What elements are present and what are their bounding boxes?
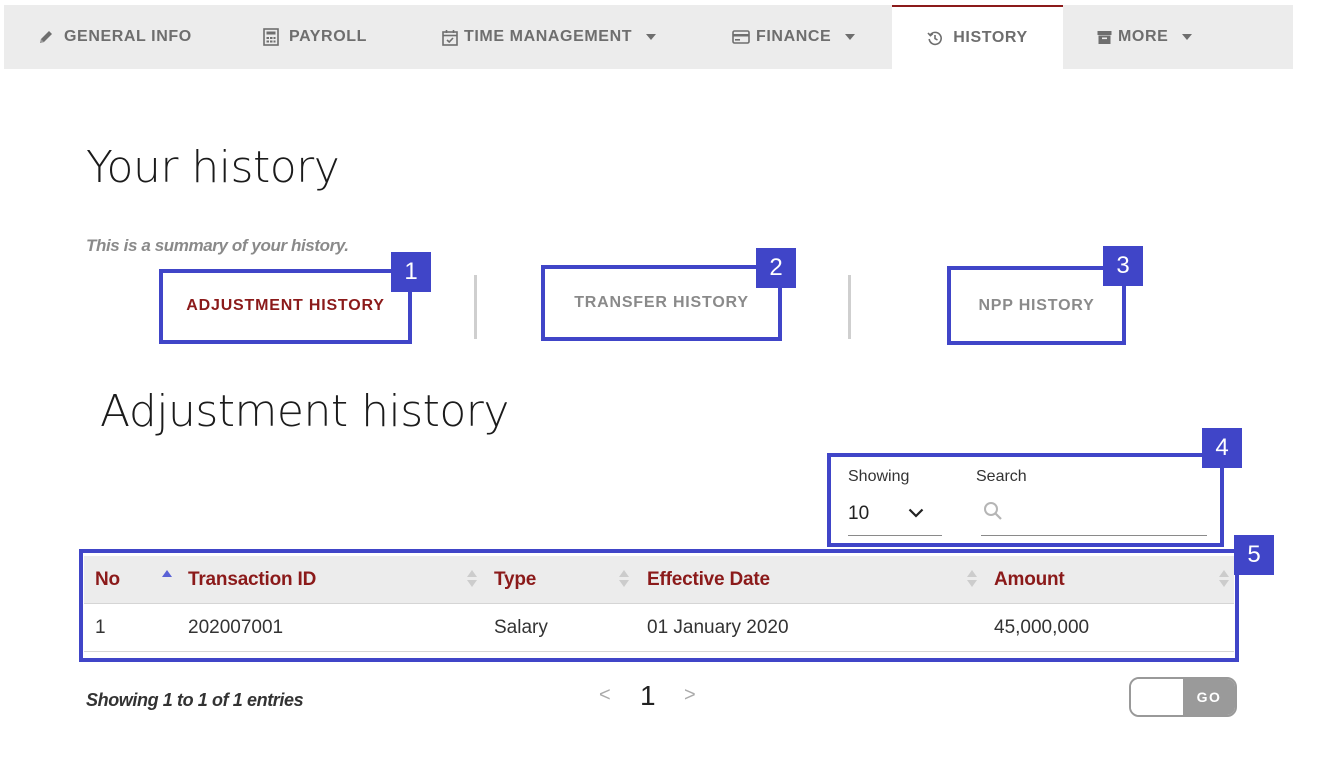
chevron-down-icon xyxy=(908,505,924,523)
sort-icon xyxy=(619,570,629,590)
tab-label: MORE xyxy=(1118,28,1169,45)
adjustment-history-tab[interactable]: ADJUSTMENT HISTORY xyxy=(163,273,408,339)
column-header-type[interactable]: Type xyxy=(494,556,536,604)
entries-info: Showing 1 to 1 of 1 entries xyxy=(86,690,304,710)
tab-label: FINANCE xyxy=(756,28,832,45)
table-row: 1 202007001 Salary 01 January 2020 45,00… xyxy=(84,604,1234,652)
tab-history[interactable]: HISTORY xyxy=(892,5,1063,69)
pagination-current-page[interactable]: 1 xyxy=(640,680,656,712)
column-header-amount[interactable]: Amount xyxy=(994,556,1065,604)
sort-icon xyxy=(1219,570,1229,590)
annotation-badge-1: 1 xyxy=(391,252,431,292)
tab-time-management[interactable]: TIME MANAGEMENT xyxy=(442,5,657,69)
tab-label: HISTORY xyxy=(953,29,1028,46)
calculator-icon xyxy=(263,28,279,46)
tab-label: GENERAL INFO xyxy=(64,28,192,45)
pagination-next[interactable]: > xyxy=(684,684,696,707)
tab-divider xyxy=(848,275,851,339)
pagination-prev[interactable]: < xyxy=(599,684,611,707)
tab-finance[interactable]: FINANCE xyxy=(732,5,856,69)
tab-general-info[interactable]: GENERAL INFO xyxy=(38,5,192,69)
page-size-value: 10 xyxy=(848,502,870,524)
adjustment-history-table: No Transaction ID Type Effective Date Am… xyxy=(84,556,1234,652)
column-header-transaction-id[interactable]: Transaction ID xyxy=(188,556,316,604)
cell-transaction-id: 202007001 xyxy=(188,617,284,638)
sort-icon xyxy=(467,570,477,590)
search-icon xyxy=(983,501,1003,526)
search-field xyxy=(981,492,1216,536)
page-summary: This is a summary of your history. xyxy=(86,236,349,255)
annotation-badge-4: 4 xyxy=(1202,428,1242,468)
goto-page: GO xyxy=(1129,677,1237,717)
column-header-effective-date[interactable]: Effective Date xyxy=(647,556,770,604)
showing-label: Showing xyxy=(848,468,910,485)
tab-divider xyxy=(474,275,477,339)
cell-amount: 45,000,000 xyxy=(994,617,1090,638)
calendar-check-icon xyxy=(442,29,458,46)
chevron-down-icon xyxy=(646,34,657,40)
go-button[interactable]: GO xyxy=(1183,679,1235,715)
npp-history-tab[interactable]: NPP HISTORY xyxy=(951,270,1122,341)
sort-ascending-icon xyxy=(162,570,172,590)
annotation-badge-5: 5 xyxy=(1234,535,1274,575)
sort-icon xyxy=(967,570,977,590)
chevron-down-icon xyxy=(845,34,856,40)
tab-more[interactable]: MORE xyxy=(1097,5,1193,69)
tab-label: PAYROLL xyxy=(289,28,367,45)
chevron-down-icon xyxy=(1182,34,1193,40)
search-input[interactable] xyxy=(1009,498,1216,529)
credit-card-icon xyxy=(732,30,750,44)
cell-no: 1 xyxy=(95,617,106,638)
transfer-history-tab[interactable]: TRANSFER HISTORY xyxy=(545,269,778,337)
top-nav-bar: GENERAL INFO PAYROLL TIME MANAGEMENT FIN… xyxy=(4,5,1293,69)
cell-effective-date: 01 January 2020 xyxy=(647,617,789,638)
table-header: No Transaction ID Type Effective Date Am… xyxy=(84,556,1234,604)
annotation-badge-2: 2 xyxy=(756,248,796,288)
page-size-select[interactable]: 10 xyxy=(848,492,942,536)
annotation-badge-3: 3 xyxy=(1103,246,1143,286)
pencil-icon xyxy=(38,29,54,45)
column-header-no[interactable]: No xyxy=(95,556,120,604)
history-icon xyxy=(927,30,943,46)
tab-payroll[interactable]: PAYROLL xyxy=(263,5,367,69)
cell-type: Salary xyxy=(494,617,548,638)
tab-label: TIME MANAGEMENT xyxy=(464,28,633,45)
goto-page-input[interactable] xyxy=(1131,679,1183,715)
archive-icon xyxy=(1097,30,1112,45)
page-title: Your history xyxy=(86,142,340,193)
search-label: Search xyxy=(976,468,1027,485)
section-title: Adjustment history xyxy=(100,386,509,437)
